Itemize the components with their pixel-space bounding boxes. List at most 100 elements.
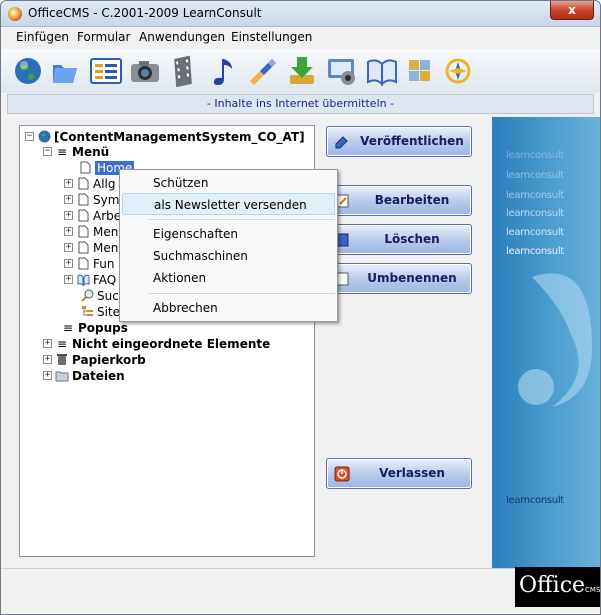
brand-tagline: learnconsult: [506, 246, 564, 257]
app-window: OfficeCMS - C.2001-2009 LearnConsult x E…: [0, 0, 601, 615]
book-icon[interactable]: [365, 54, 399, 88]
tree-item-trash[interactable]: + Papierkorb: [43, 352, 146, 367]
tree-item-label: Sym: [93, 192, 120, 207]
trash-icon: [55, 353, 69, 367]
rename-button[interactable]: Umbenennen: [326, 263, 472, 294]
menu-formular[interactable]: Formular: [77, 30, 130, 44]
collapse-icon[interactable]: −: [25, 132, 34, 141]
page-icon: [76, 177, 90, 191]
app-icon: [8, 7, 22, 21]
tree-item-label: Men: [93, 240, 119, 255]
context-item-properties[interactable]: Eigenschaften: [122, 223, 335, 245]
context-item-newsletter[interactable]: als Newsletter versenden: [122, 193, 335, 215]
screen-icon[interactable]: [325, 54, 359, 88]
tree-item[interactable]: Suc: [80, 288, 119, 303]
power-icon: [334, 466, 350, 482]
page-icon: [78, 161, 92, 175]
brush-icon[interactable]: [245, 54, 279, 88]
expand-icon[interactable]: +: [43, 355, 52, 364]
exit-button-label: Verlassen: [379, 466, 445, 480]
list-icon: ≡: [56, 144, 68, 159]
folder-icon: [55, 369, 69, 383]
tree-item-label: Popups: [78, 320, 128, 335]
context-item-search-engines[interactable]: Suchmaschinen: [122, 245, 335, 267]
page-icon: [76, 241, 90, 255]
expand-icon[interactable]: +: [64, 275, 73, 284]
form-icon[interactable]: [89, 54, 123, 88]
tree-item[interactable]: + FAQ: [64, 272, 116, 287]
tree-item-label: Menü: [72, 144, 110, 159]
tree-item-label: Nicht eingeordnete Elemente: [72, 336, 271, 351]
exit-button[interactable]: Verlassen: [326, 458, 472, 489]
menu-separator: [148, 219, 335, 220]
tree-item-files[interactable]: + Dateien: [43, 368, 125, 383]
context-item-cancel[interactable]: Abbrechen: [122, 297, 335, 319]
globe-icon[interactable]: [11, 54, 45, 88]
tree-item-menu[interactable]: − ≡ Menü: [43, 144, 109, 159]
brand-tagline: learnconsult: [506, 495, 564, 506]
puzzle-icon[interactable]: [403, 54, 437, 88]
tree-item-label: Fun: [93, 256, 115, 271]
publish-button[interactable]: Veröffentlichen: [326, 126, 472, 157]
list-icon: ≡: [62, 320, 74, 335]
expand-icon[interactable]: +: [64, 227, 73, 236]
tree-item[interactable]: Site: [80, 304, 120, 319]
tree-item-label: Arbe: [93, 208, 122, 223]
context-item-protect[interactable]: Schützen: [122, 172, 335, 194]
expand-icon[interactable]: +: [64, 243, 73, 252]
page-icon: [76, 225, 90, 239]
brand-tagline: learnconsult: [506, 150, 564, 161]
hint-bar: - Inhalte ins Internet übermitteln -: [7, 94, 594, 114]
brand-tagline: learnconsult: [506, 170, 564, 181]
expand-icon[interactable]: +: [64, 211, 73, 220]
logo-main: Office: [519, 573, 586, 598]
expand-icon[interactable]: +: [64, 259, 73, 268]
pencil-icon: [335, 136, 348, 149]
brand-panel: learnconsult learnconsult learnconsult l…: [492, 117, 600, 568]
page-icon: [76, 209, 90, 223]
film-icon[interactable]: [168, 54, 202, 88]
tree-item[interactable]: + Arbe: [64, 208, 121, 223]
collapse-icon[interactable]: −: [43, 147, 52, 156]
edit-button-label: Bearbeiten: [374, 193, 450, 207]
music-note-icon[interactable]: [206, 54, 240, 88]
search-icon: [80, 289, 94, 303]
tree-item-label: FAQ: [93, 272, 117, 287]
title-bar: OfficeCMS - C.2001-2009 LearnConsult x: [1, 1, 600, 27]
tree-item-popups[interactable]: ≡ Popups: [61, 320, 128, 335]
menu-anwendungen[interactable]: Anwendungen: [139, 30, 225, 44]
brand-tagline: learnconsult: [506, 208, 564, 219]
delete-button[interactable]: Löschen: [326, 224, 472, 255]
tree-item-unsorted[interactable]: + ≡ Nicht eingeordnete Elemente: [43, 336, 270, 351]
tree-item-label: Papierkorb: [72, 352, 146, 367]
folder-icon[interactable]: [48, 54, 82, 88]
edit-button[interactable]: Bearbeiten: [326, 185, 472, 216]
tree-item[interactable]: + Fun: [64, 256, 114, 271]
compass-icon[interactable]: [441, 54, 475, 88]
tree-item[interactable]: + Sym: [64, 192, 119, 207]
page-icon: [76, 257, 90, 271]
rename-button-label: Umbenennen: [367, 271, 457, 285]
logo-sub: CMS: [585, 586, 601, 594]
sitemap-icon: [80, 305, 94, 319]
menu-einstellungen[interactable]: Einstellungen: [231, 30, 312, 44]
tree-item[interactable]: + Men: [64, 224, 118, 239]
expand-icon[interactable]: +: [64, 179, 73, 188]
close-button[interactable]: x: [550, 1, 594, 20]
brand-tagline: learnconsult: [506, 190, 564, 201]
download-icon[interactable]: [285, 54, 319, 88]
tree-root[interactable]: − [ContentManagementSystem_CO_AT]: [25, 129, 305, 144]
menu-einfuegen[interactable]: Einfügen: [16, 30, 69, 44]
tree-item-label: Suc: [97, 288, 119, 303]
menu-separator: [148, 293, 335, 294]
expand-icon[interactable]: +: [43, 339, 52, 348]
camera-icon[interactable]: [128, 54, 162, 88]
context-item-actions[interactable]: Aktionen: [122, 267, 335, 289]
book-icon: [76, 273, 90, 287]
tree-item[interactable]: + Allg: [64, 176, 116, 191]
tree-item[interactable]: + Men: [64, 240, 118, 255]
expand-icon[interactable]: +: [43, 371, 52, 380]
context-menu: Schützen als Newsletter versenden Eigens…: [119, 169, 338, 322]
expand-icon[interactable]: +: [64, 195, 73, 204]
toolbar: [1, 49, 600, 93]
